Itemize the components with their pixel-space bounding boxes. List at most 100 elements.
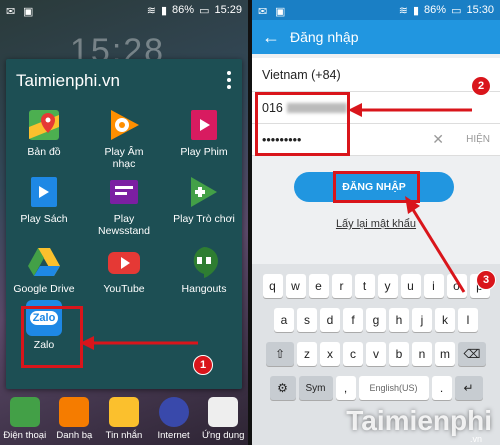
- messages-icon: [108, 397, 139, 427]
- dock-item-apps[interactable]: Ứng dụng: [199, 397, 247, 441]
- dock-label: Danh bạ: [56, 430, 93, 441]
- country-value: Vietnam (+84): [262, 67, 341, 82]
- shift-key[interactable]: ⇧: [266, 342, 294, 366]
- app-play-movies[interactable]: Play Phim: [166, 107, 242, 158]
- show-password-toggle[interactable]: HIỆN: [466, 134, 490, 145]
- notification-icon: ✉: [6, 6, 16, 18]
- key-w[interactable]: w: [285, 274, 306, 298]
- status-bar: ✉ ▣ ≋ ▮ 86% ▭ 15:29: [0, 0, 248, 20]
- key-e[interactable]: e: [308, 274, 329, 298]
- app-play-newsstand[interactable]: Play Newsstand: [86, 174, 162, 237]
- wifi-icon: ≋: [146, 4, 156, 17]
- key-s[interactable]: s: [297, 308, 317, 332]
- key-y[interactable]: y: [377, 274, 398, 298]
- app-bar: ← Đăng nhập: [252, 20, 500, 54]
- sym-key[interactable]: Sym: [298, 376, 333, 400]
- play-books-icon: [31, 177, 57, 207]
- dock-label: Điện thoại: [3, 430, 47, 441]
- space-key[interactable]: English(US): [358, 376, 429, 400]
- internet-icon: [158, 397, 189, 427]
- step-badge-1: 1: [193, 355, 213, 375]
- key-k[interactable]: k: [435, 308, 455, 332]
- app-label: Play Sách: [20, 213, 68, 225]
- phone-icon: [9, 397, 40, 427]
- signal-icon: ▮: [412, 4, 420, 17]
- app-youtube[interactable]: YouTube: [86, 244, 162, 295]
- hangouts-icon: [193, 247, 218, 278]
- app-label: Bản đồ: [27, 146, 61, 158]
- page-title: Đăng nhập: [290, 29, 359, 45]
- app-play-books[interactable]: Play Sách: [6, 174, 82, 225]
- dock-label: Ứng dụng: [201, 430, 245, 441]
- key-l[interactable]: l: [458, 308, 478, 332]
- comma-key[interactable]: ,: [335, 376, 356, 400]
- key-c[interactable]: c: [343, 342, 363, 366]
- keyboard-row-2: asdfghjkl: [252, 308, 500, 332]
- app-label: Play Phim: [180, 146, 228, 158]
- enter-key[interactable]: ↵: [454, 376, 483, 400]
- key-x[interactable]: x: [320, 342, 340, 366]
- app-hangouts[interactable]: Hangouts: [166, 244, 242, 295]
- image-icon: ▣: [23, 6, 34, 18]
- zalo-highlight-box: [21, 306, 83, 368]
- battery-icon: ▭: [451, 4, 462, 17]
- arrow-to-credentials: [348, 103, 472, 117]
- app-label: YouTube: [103, 283, 145, 295]
- settings-key[interactable]: ⚙: [269, 376, 296, 400]
- keyboard-row-4: ⚙ Sym , English(US) . ↵: [252, 376, 500, 400]
- maps-icon: [29, 110, 59, 140]
- arrow-to-login-button: [405, 196, 466, 293]
- key-g[interactable]: g: [366, 308, 386, 332]
- more-menu-icon[interactable]: [226, 71, 232, 89]
- back-arrow-icon[interactable]: ←: [252, 27, 290, 48]
- step-badge-3: 3: [476, 270, 496, 290]
- dock-label: Tin nhắn: [105, 430, 143, 441]
- dock-item-phone[interactable]: Điện thoại: [1, 397, 49, 441]
- key-v[interactable]: v: [366, 342, 386, 366]
- app-label: Play Trò chơi: [173, 213, 235, 225]
- backspace-key[interactable]: ⌫: [458, 342, 486, 366]
- key-j[interactable]: j: [412, 308, 432, 332]
- clear-icon[interactable]: ✕: [432, 131, 444, 148]
- keyboard-row-3: ⇧ z x c v b n m ⌫: [252, 342, 500, 366]
- key-r[interactable]: r: [331, 274, 352, 298]
- key-q[interactable]: q: [262, 274, 283, 298]
- step-badge-2: 2: [471, 76, 491, 96]
- notification-icon: ✉: [258, 6, 268, 18]
- play-movies-icon: [191, 110, 217, 140]
- dock-label: Internet: [157, 430, 190, 441]
- contacts-icon: [59, 397, 90, 427]
- country-selector[interactable]: Vietnam (+84): [252, 58, 500, 92]
- key-z[interactable]: z: [297, 342, 317, 366]
- app-play-games[interactable]: Play Trò chơi: [166, 174, 242, 225]
- app-label: Play Newsstand: [98, 213, 150, 237]
- battery-percent: 86%: [172, 4, 195, 16]
- arrow-to-zalo: [80, 336, 198, 350]
- key-f[interactable]: f: [343, 308, 363, 332]
- app-label: Play Âm nhạc: [104, 146, 144, 170]
- key-d[interactable]: d: [320, 308, 340, 332]
- key-a[interactable]: a: [274, 308, 294, 332]
- app-maps[interactable]: Bản đồ: [6, 107, 82, 158]
- dock-item-messages[interactable]: Tin nhắn: [100, 397, 148, 441]
- play-newsstand-icon: [110, 180, 138, 204]
- key-t[interactable]: t: [354, 274, 375, 298]
- status-bar: ✉ ▣ ≋ ▮ 86% ▭ 15:30: [252, 0, 500, 20]
- zalo-login-panel: ✉ ▣ ≋ ▮ 86% ▭ 15:30 ← Đăng nhập Vietnam …: [252, 0, 500, 445]
- key-n[interactable]: n: [412, 342, 432, 366]
- status-time: 15:29: [214, 4, 242, 16]
- dock-item-internet[interactable]: Internet: [150, 397, 198, 441]
- folder-title: Taimienphi.vn: [16, 71, 120, 90]
- status-time: 15:30: [466, 4, 494, 16]
- key-h[interactable]: h: [389, 308, 409, 332]
- dock-item-contacts[interactable]: Danh bạ: [50, 397, 98, 441]
- period-key[interactable]: .: [431, 376, 452, 400]
- battery-percent: 86%: [424, 4, 447, 16]
- app-play-music[interactable]: Play Âm nhạc: [86, 107, 162, 170]
- key-b[interactable]: b: [389, 342, 409, 366]
- play-music-icon: [111, 110, 139, 140]
- signal-icon: ▮: [160, 4, 168, 17]
- play-games-icon: [191, 177, 217, 207]
- credentials-highlight-box: [255, 92, 350, 156]
- key-m[interactable]: m: [435, 342, 455, 366]
